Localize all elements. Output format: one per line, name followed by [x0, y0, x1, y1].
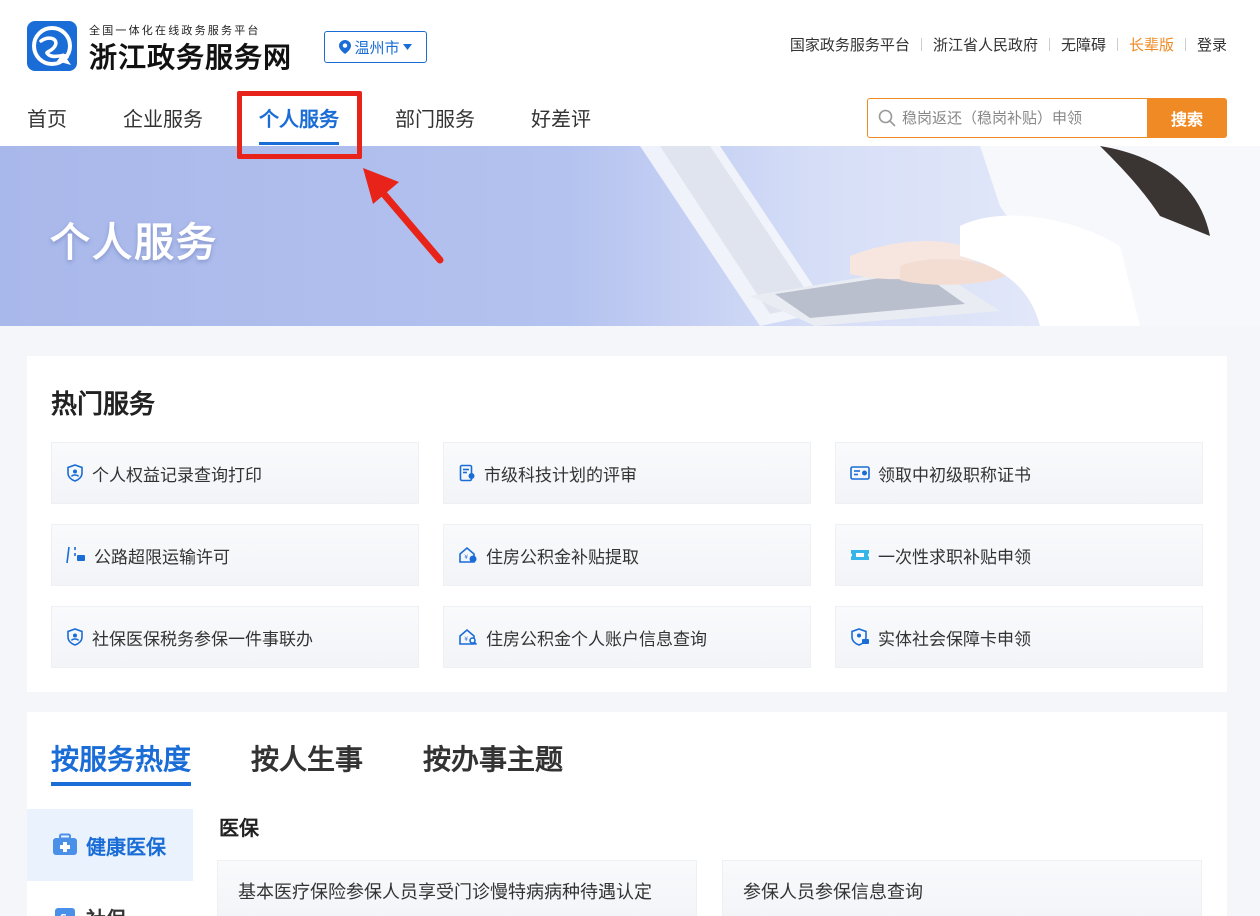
hot-service-label: 住房公积金个人账户信息查询 — [486, 629, 707, 650]
hot-service-item[interactable]: 领取中初级职称证书 — [835, 442, 1203, 504]
category-tabs: 按服务热度 按人生事 按办事主题 — [51, 738, 623, 786]
hot-service-label: 个人权益记录查询打印 — [92, 465, 262, 486]
ticket-icon — [851, 550, 869, 560]
hot-service-label: 一次性求职补贴申领 — [878, 547, 1031, 568]
hot-service-item[interactable]: ¥ 住房公积金补贴提取 — [443, 524, 811, 586]
category-service-item[interactable]: 基本医疗保险参保人员享受门诊慢特病病种待遇认定 — [217, 860, 697, 916]
sidebar-item-label: 健康医保 — [86, 834, 166, 859]
hot-service-item[interactable]: 一次性求职补贴申领 — [835, 524, 1203, 586]
category-service-item[interactable]: 参保人员参保信息查询 — [722, 860, 1202, 916]
divider — [1184, 38, 1186, 51]
hot-services-title: 热门服务 — [51, 390, 156, 420]
category-subtitle: 医保 — [219, 816, 259, 840]
hot-service-item[interactable]: ¥ 住房公积金个人账户信息查询 — [443, 606, 811, 668]
house-search-icon: ¥ — [459, 628, 478, 646]
medical-kit-icon — [53, 833, 77, 855]
nav-feedback[interactable]: 好差评 — [531, 103, 591, 145]
category-service-list: 基本医疗保险参保人员享受门诊慢特病病种待遇认定 参保人员参保信息查询 — [217, 860, 1202, 916]
hot-service-label: 市级科技计划的评审 — [484, 465, 637, 486]
top-links: 国家政务服务平台 浙江省人民政府 无障碍 长辈版 登录 — [790, 34, 1227, 55]
tab-by-life-events[interactable]: 按人生事 — [251, 738, 363, 786]
hot-service-label: 住房公积金补贴提取 — [486, 547, 639, 568]
category-sidebar: 健康医保 S 社保 — [27, 809, 193, 916]
main-nav: 首页 企业服务 个人服务 部门服务 好差评 — [27, 103, 647, 145]
sidebar-item-label: 社保 — [86, 903, 126, 916]
search-bar: 搜索 — [867, 98, 1227, 138]
tab-by-popularity[interactable]: 按服务热度 — [51, 738, 192, 786]
svg-text:¥: ¥ — [464, 554, 468, 561]
search-input[interactable] — [902, 109, 1142, 127]
link-elder-version[interactable]: 长辈版 — [1129, 34, 1174, 55]
link-national-platform[interactable]: 国家政务服务平台 — [790, 34, 910, 55]
hot-service-item[interactable]: 市级科技计划的评审 — [443, 442, 811, 504]
hot-service-item[interactable]: 公路超限运输许可 — [51, 524, 419, 586]
hot-service-label: 实体社会保障卡申领 — [878, 629, 1031, 650]
shield-card-icon — [851, 628, 869, 646]
search-box — [867, 98, 1147, 138]
house-money-icon: ¥ — [459, 546, 477, 563]
site-logo[interactable] — [27, 21, 77, 71]
hot-service-label: 公路超限运输许可 — [94, 547, 230, 568]
link-login[interactable]: 登录 — [1197, 34, 1227, 55]
road-truck-icon — [66, 546, 85, 564]
search-icon — [878, 109, 896, 127]
hot-service-item[interactable]: 实体社会保障卡申领 — [835, 606, 1203, 668]
sidebar-item-social-security[interactable]: S 社保 — [27, 881, 193, 916]
tab-by-topic[interactable]: 按办事主题 — [423, 738, 563, 786]
nav-personal-services[interactable]: 个人服务 — [259, 103, 339, 145]
divider — [1116, 38, 1118, 51]
hot-service-label: 领取中初级职称证书 — [878, 465, 1031, 486]
svg-text:¥: ¥ — [464, 636, 468, 643]
sidebar-item-health-insurance[interactable]: 健康医保 — [27, 809, 193, 881]
shield-user-icon — [67, 464, 83, 482]
search-button[interactable]: 搜索 — [1147, 98, 1227, 138]
divider — [1048, 38, 1050, 51]
nav-department-services[interactable]: 部门服务 — [395, 103, 475, 145]
nav-enterprise-services[interactable]: 企业服务 — [123, 103, 203, 145]
link-accessibility[interactable]: 无障碍 — [1061, 34, 1106, 55]
hot-service-item[interactable]: 社保医保税务参保一件事联办 — [51, 606, 419, 668]
banner-title: 个人服务 — [50, 220, 218, 266]
location-pin-icon — [339, 40, 352, 54]
link-provincial-government[interactable]: 浙江省人民政府 — [933, 34, 1038, 55]
banner-illustration — [640, 146, 1260, 326]
nav-home[interactable]: 首页 — [27, 103, 67, 145]
hot-services-panel: 热门服务 个人权益记录查询打印 市级科技计划的评审 领取中初级职称证书 公路超限… — [27, 356, 1227, 692]
brand-title[interactable]: 浙江政务服务网 — [89, 36, 292, 76]
site-header: 全国一体化在线政务服务平台 浙江政务服务网 温州市 国家政务服务平台 浙江省人民… — [0, 0, 1260, 146]
page-banner: 个人服务 — [0, 146, 1260, 326]
caret-down-icon — [402, 44, 412, 50]
city-selector[interactable]: 温州市 — [324, 31, 427, 63]
document-user-icon — [459, 464, 475, 482]
divider — [920, 38, 922, 51]
social-security-icon: S — [55, 908, 75, 916]
shield-user-icon — [67, 628, 83, 646]
category-panel: 按服务热度 按人生事 按办事主题 健康医保 S 社保 医保 基本医疗保险参保人员… — [27, 712, 1227, 916]
hot-services-grid: 个人权益记录查询打印 市级科技计划的评审 领取中初级职称证书 公路超限运输许可 … — [51, 442, 1203, 668]
hot-service-item[interactable]: 个人权益记录查询打印 — [51, 442, 419, 504]
certificate-icon — [850, 466, 870, 480]
hot-service-label: 社保医保税务参保一件事联办 — [92, 629, 313, 650]
city-name: 温州市 — [354, 38, 400, 57]
